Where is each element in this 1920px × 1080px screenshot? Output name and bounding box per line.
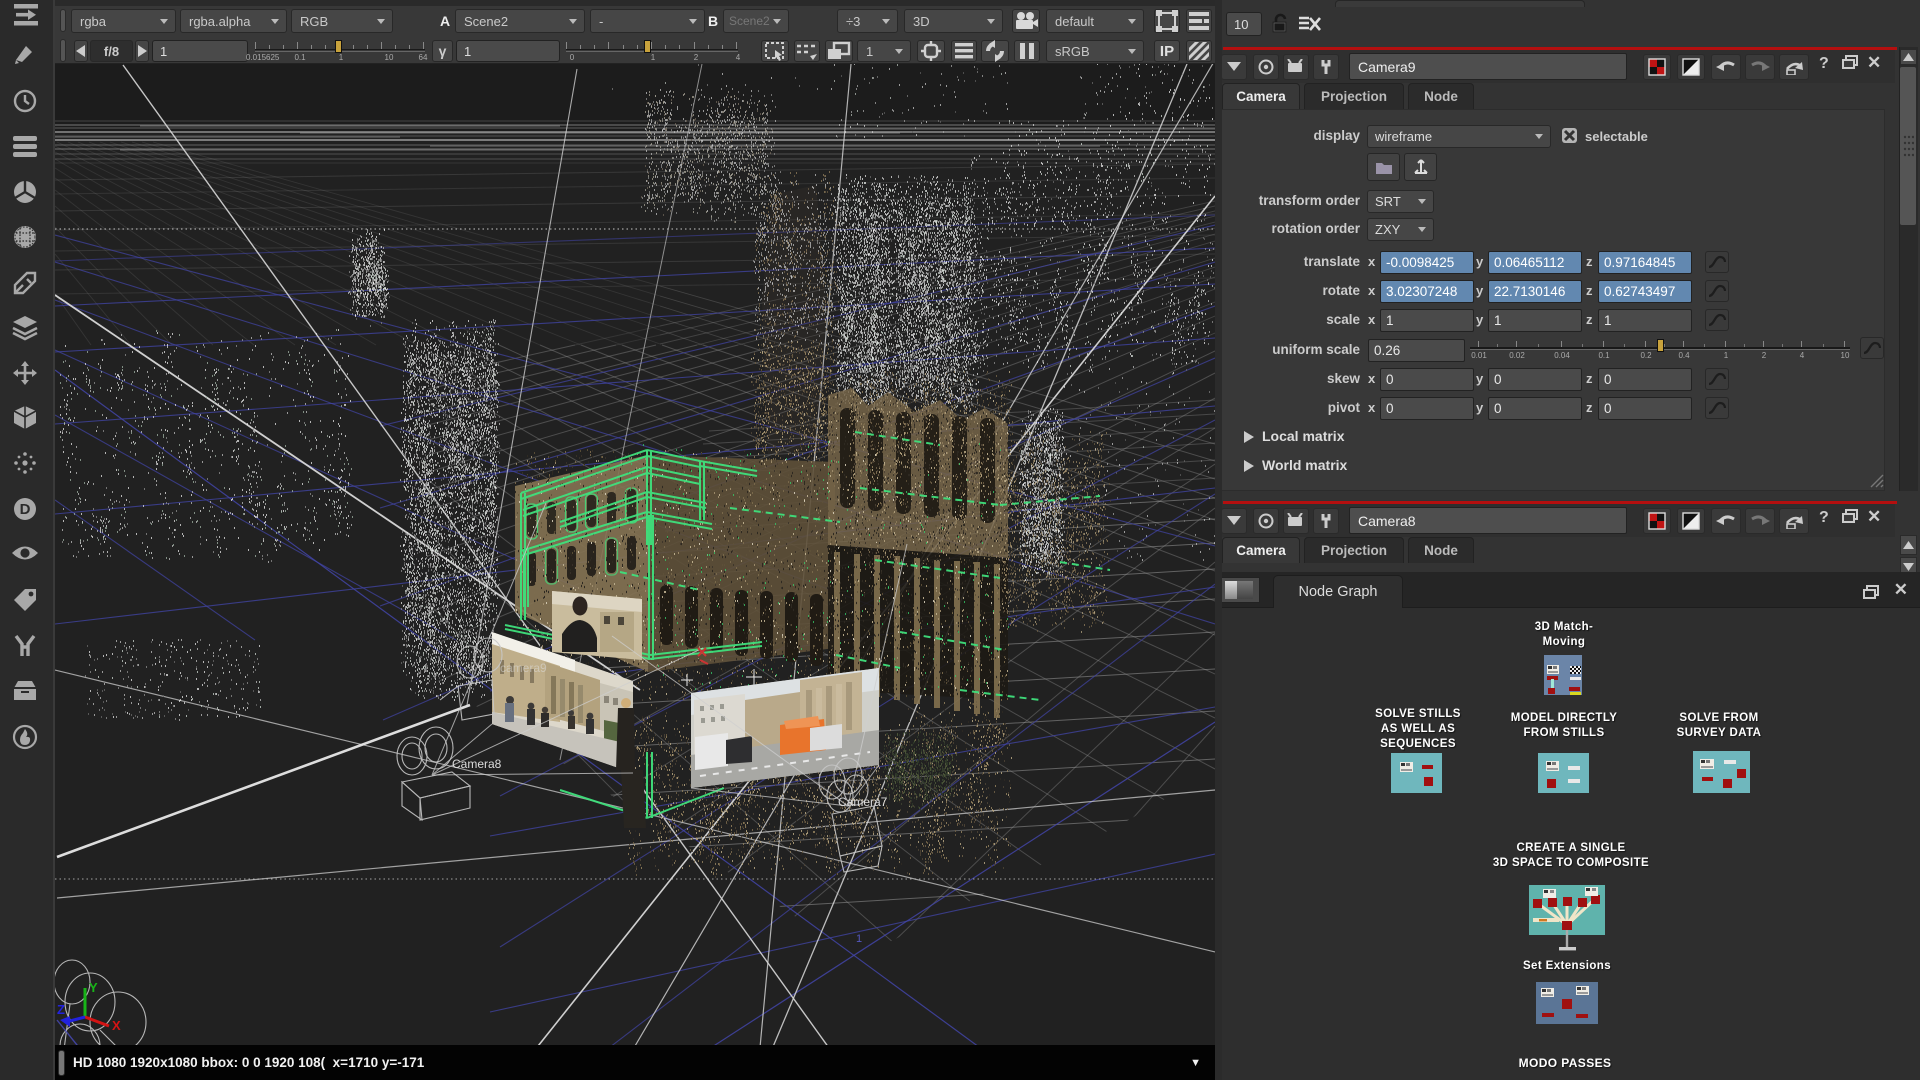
svg-text:1: 1 (856, 933, 862, 945)
svg-text:camera9: camera9 (500, 661, 547, 675)
svg-text:Y: Y (89, 980, 98, 995)
svg-text:X: X (112, 1018, 121, 1033)
svg-text:Camera7: Camera7 (838, 795, 888, 809)
svg-text:D: D (20, 501, 31, 518)
svg-text:Camera8: Camera8 (452, 757, 502, 771)
svg-text:Z: Z (57, 1002, 65, 1017)
